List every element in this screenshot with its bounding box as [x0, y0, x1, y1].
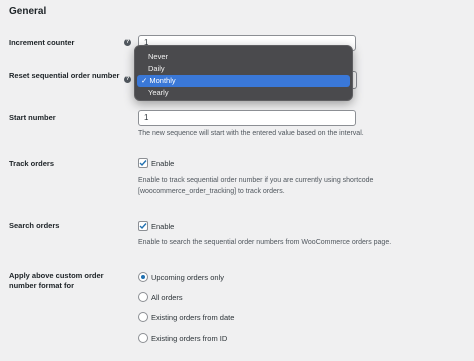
- reset-sequential-dropdown: Never Daily ✓ Monthly Yearly: [134, 45, 353, 101]
- dropdown-option-label: Monthly: [149, 76, 176, 85]
- question-icon[interactable]: ?: [124, 39, 131, 46]
- start-number-input[interactable]: 1: [138, 110, 356, 126]
- dropdown-option-daily[interactable]: Daily: [137, 63, 350, 75]
- track-orders-description-line1: Enable to track sequential order number …: [138, 177, 374, 184]
- dropdown-option-monthly[interactable]: ✓ Monthly: [137, 75, 350, 87]
- track-orders-label: Track orders: [9, 159, 55, 168]
- question-icon[interactable]: ?: [124, 76, 131, 83]
- search-orders-enable-label: Enable: [151, 222, 175, 231]
- radio-upcoming-orders[interactable]: [138, 272, 148, 282]
- radio-existing-from-id-label: Existing orders from ID: [151, 334, 228, 343]
- checkmark-icon: [139, 160, 147, 167]
- track-orders-checkbox[interactable]: [138, 158, 148, 168]
- increment-counter-label: Increment counter: [9, 38, 75, 47]
- radio-existing-from-date[interactable]: [138, 312, 148, 322]
- radio-existing-from-date-label: Existing orders from date: [151, 313, 235, 322]
- checkmark-icon: [139, 223, 147, 230]
- track-orders-description-line2: [woocommerce_order_tracking] to track or…: [138, 188, 285, 195]
- dropdown-option-never[interactable]: Never: [137, 51, 350, 63]
- radio-upcoming-orders-label: Upcoming orders only: [151, 273, 224, 282]
- track-orders-enable-label: Enable: [151, 159, 175, 168]
- apply-format-label: Apply above custom order number format f…: [9, 271, 104, 290]
- radio-all-orders-label: All orders: [151, 293, 183, 302]
- search-orders-label: Search orders: [9, 221, 60, 230]
- section-title: General: [9, 6, 47, 17]
- start-number-description: The new sequence will start with the ent…: [138, 130, 364, 137]
- start-number-label: Start number: [9, 113, 56, 122]
- dropdown-option-yearly[interactable]: Yearly: [137, 87, 350, 99]
- search-orders-checkbox[interactable]: [138, 221, 148, 231]
- radio-all-orders[interactable]: [138, 292, 148, 302]
- search-orders-description: Enable to search the sequential order nu…: [138, 239, 392, 246]
- radio-existing-from-id[interactable]: [138, 333, 148, 343]
- reset-sequential-label: Reset sequential order number: [9, 71, 120, 80]
